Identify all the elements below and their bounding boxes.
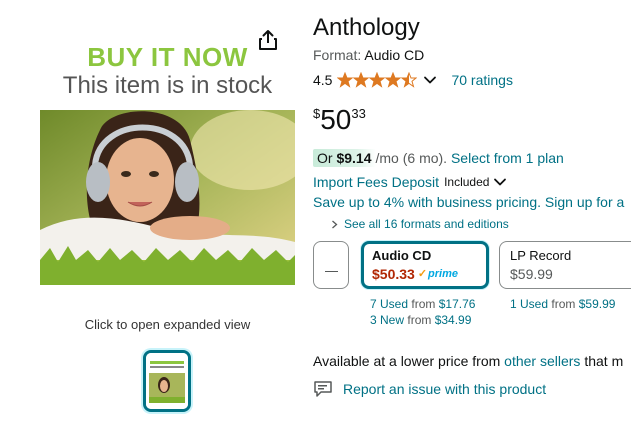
star-icon [401, 72, 418, 88]
star-rating[interactable] [337, 72, 418, 88]
star-icon [385, 72, 402, 88]
used-from-label: from [551, 297, 576, 311]
star-icon [337, 72, 354, 88]
used-offer-link[interactable]: 7 Used from $17.76 [370, 296, 475, 312]
swatch-name: LP Record [510, 248, 572, 263]
format-label: Format: [313, 47, 362, 63]
installment-amount: $9.14 [336, 149, 372, 166]
audio-cd-offers: 7 Used from $17.76 3 New from $34.99 [370, 296, 475, 328]
price-display: $5033 [313, 104, 366, 136]
chevron-down-icon[interactable] [423, 73, 437, 87]
star-icon [353, 72, 370, 88]
main-product-image[interactable]: BUY IT NOW This item is in stock [40, 38, 295, 285]
import-fees-status: Included [444, 175, 490, 189]
collapse-formats-button[interactable] [313, 241, 349, 289]
import-fees-link[interactable]: Import Fees Deposit [313, 174, 439, 190]
new-from-label: from [407, 313, 432, 327]
thumbnail-preview [146, 353, 188, 409]
prime-badge-icon: ✓ prime [418, 264, 458, 284]
report-issue-row[interactable]: Report an issue with this product [313, 380, 546, 398]
feedback-icon [314, 381, 332, 397]
format-row: Format: Audio CD [313, 47, 424, 63]
see-all-formats-label: See all 16 formats and editions [344, 217, 509, 231]
other-sellers-link[interactable]: other sellers [504, 353, 580, 369]
swatch-name: Audio CD [372, 248, 432, 263]
product-title: Anthology [313, 14, 420, 41]
installment-row: Or $9.14/mo (6 mo). Select from 1 plan [313, 148, 564, 167]
share-button[interactable] [256, 28, 280, 52]
new-offer-link[interactable]: 3 New from $34.99 [370, 312, 475, 328]
used-price[interactable]: $17.76 [439, 297, 476, 311]
installment-prefix: Or [317, 149, 333, 166]
minus-icon [325, 271, 338, 272]
new-count[interactable]: 3 New [370, 313, 404, 327]
star-icon [369, 72, 386, 88]
used-count[interactable]: 7 Used [370, 297, 408, 311]
swatch-price-row: $50.33 ✓ prime [372, 264, 478, 284]
other-sellers-row: Available at a lower price from other se… [313, 353, 623, 369]
other-sellers-suffix: that m [584, 353, 624, 369]
price-fraction: 33 [351, 106, 366, 121]
used-price[interactable]: $59.99 [579, 297, 616, 311]
ratings-count-link[interactable]: 70 ratings [451, 72, 512, 88]
select-plan-link[interactable]: Select from 1 plan [451, 150, 564, 166]
format-value: Audio CD [364, 47, 425, 63]
price-whole: 50 [320, 104, 352, 135]
used-from-label: from [411, 297, 436, 311]
other-sellers-prefix: Available at a lower price from [313, 353, 501, 369]
installment-badge: Or $9.14 [313, 148, 376, 167]
format-swatch-audio-cd[interactable]: Audio CD $50.33 ✓ prime [361, 241, 489, 289]
chevron-right-icon [332, 220, 338, 228]
business-pricing-link[interactable]: Save up to 4% with business pricing. Sig… [313, 194, 624, 210]
rating-row: 4.5 70 ratings [313, 70, 513, 90]
chevron-down-icon[interactable] [493, 175, 507, 189]
price-symbol: $ [313, 106, 321, 121]
used-count[interactable]: 1 Used [510, 297, 548, 311]
import-fees-row: Import Fees Deposit Included [313, 174, 507, 190]
installment-term: /mo (6 mo). [375, 149, 448, 166]
share-icon [259, 30, 277, 50]
see-all-formats-link[interactable]: See all 16 formats and editions [330, 217, 509, 231]
swatch-price: $59.99 [510, 266, 553, 282]
used-offer-link[interactable]: 1 Used from $59.99 [510, 296, 615, 312]
format-swatch-lp-record[interactable]: LP Record $59.99 [499, 241, 631, 289]
swatch-price: $50.33 [372, 266, 415, 282]
thumbnail-image[interactable] [143, 350, 191, 412]
report-issue-link[interactable]: Report an issue with this product [343, 381, 546, 397]
swatch-price-row: $59.99 [510, 264, 621, 284]
expand-view-caption[interactable]: Click to open expanded view [40, 317, 295, 332]
woman-headphones-photo [40, 110, 295, 285]
new-price[interactable]: $34.99 [435, 313, 472, 327]
prime-label: prime [428, 268, 459, 280]
lp-record-offers: 1 Used from $59.99 [510, 296, 615, 312]
promo-in-stock-text: This item is in stock [62, 72, 273, 99]
rating-value: 4.5 [313, 72, 333, 88]
